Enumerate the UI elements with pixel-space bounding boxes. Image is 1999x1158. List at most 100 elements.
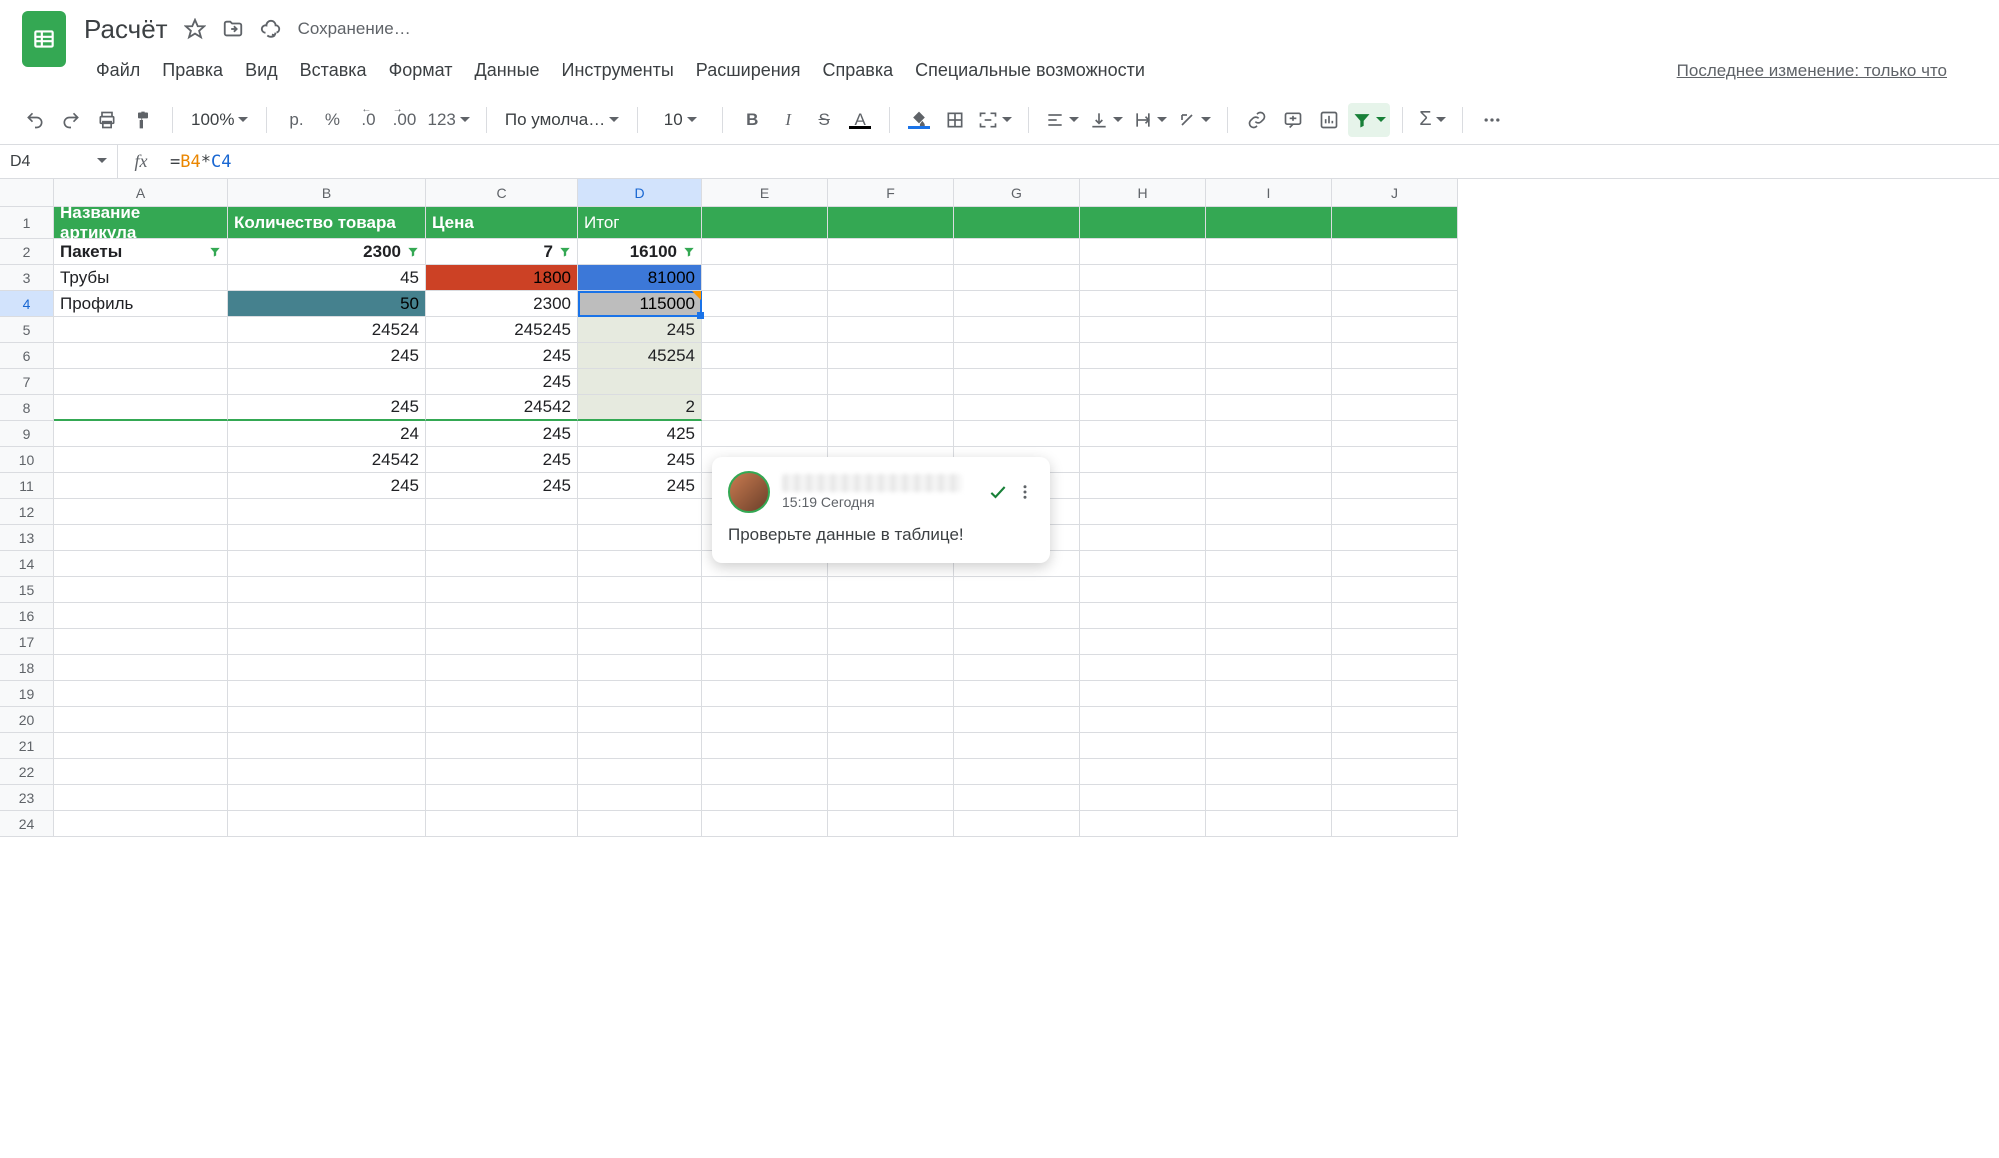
cell-H3[interactable] [1080,265,1206,291]
cell-E5[interactable] [702,317,828,343]
cell-A20[interactable] [54,707,228,733]
cell-J13[interactable] [1332,525,1458,551]
cell-B23[interactable] [228,785,426,811]
cell-A18[interactable] [54,655,228,681]
cell-A13[interactable] [54,525,228,551]
cell-E21[interactable] [702,733,828,759]
format-currency-button[interactable]: р. [279,103,313,137]
cell-A8[interactable] [54,395,228,421]
cell-J23[interactable] [1332,785,1458,811]
cell-B6[interactable]: 245 [228,343,426,369]
cell-I4[interactable] [1206,291,1332,317]
cell-B11[interactable]: 245 [228,473,426,499]
cell-B20[interactable] [228,707,426,733]
formula-bar[interactable]: = B4 * C4 [164,145,1999,178]
cell-F6[interactable] [828,343,954,369]
col-header-B[interactable]: B [228,179,426,207]
filter-button[interactable] [1348,103,1390,137]
cell-J4[interactable] [1332,291,1458,317]
cell-A1[interactable]: Название артикула [54,207,228,239]
cell-F19[interactable] [828,681,954,707]
row-header-12[interactable]: 12 [0,499,54,525]
cell-G24[interactable] [954,811,1080,837]
filter-icon[interactable] [557,244,573,260]
menu-view[interactable]: Вид [235,54,288,87]
cell-A2[interactable]: Пакеты [54,239,228,265]
cell-G17[interactable] [954,629,1080,655]
cell-D14[interactable] [578,551,702,577]
cell-H19[interactable] [1080,681,1206,707]
cell-C8[interactable]: 24542 [426,395,578,421]
text-rotate-button[interactable] [1173,103,1215,137]
row-header-10[interactable]: 10 [0,447,54,473]
cell-I10[interactable] [1206,447,1332,473]
cell-J20[interactable] [1332,707,1458,733]
menu-data[interactable]: Данные [465,54,550,87]
cell-I16[interactable] [1206,603,1332,629]
cell-G3[interactable] [954,265,1080,291]
cell-G23[interactable] [954,785,1080,811]
cell-D7[interactable] [578,369,702,395]
cell-F17[interactable] [828,629,954,655]
cell-F23[interactable] [828,785,954,811]
col-header-D[interactable]: D [578,179,702,207]
cell-H16[interactable] [1080,603,1206,629]
cell-B19[interactable] [228,681,426,707]
cell-D15[interactable] [578,577,702,603]
cell-B5[interactable]: 24524 [228,317,426,343]
menu-help[interactable]: Справка [812,54,903,87]
cell-C19[interactable] [426,681,578,707]
undo-button[interactable] [18,103,52,137]
menu-extensions[interactable]: Расширения [686,54,811,87]
cell-D17[interactable] [578,629,702,655]
cell-E3[interactable] [702,265,828,291]
cell-D1[interactable]: Итог [578,207,702,239]
cell-I1[interactable] [1206,207,1332,239]
cell-E23[interactable] [702,785,828,811]
cell-J14[interactable] [1332,551,1458,577]
cell-I19[interactable] [1206,681,1332,707]
cell-C7[interactable]: 245 [426,369,578,395]
cell-I5[interactable] [1206,317,1332,343]
row-header-19[interactable]: 19 [0,681,54,707]
menu-edit[interactable]: Правка [152,54,233,87]
cell-J7[interactable] [1332,369,1458,395]
row-header-8[interactable]: 8 [0,395,54,421]
row-header-7[interactable]: 7 [0,369,54,395]
text-color-button[interactable]: A [843,103,877,137]
cell-F18[interactable] [828,655,954,681]
cell-A24[interactable] [54,811,228,837]
comment-menu-button[interactable] [1016,483,1034,501]
cell-J1[interactable] [1332,207,1458,239]
cell-H14[interactable] [1080,551,1206,577]
cell-I21[interactable] [1206,733,1332,759]
col-header-F[interactable]: F [828,179,954,207]
cell-E8[interactable] [702,395,828,421]
text-wrap-button[interactable] [1129,103,1171,137]
cell-B7[interactable] [228,369,426,395]
cell-F15[interactable] [828,577,954,603]
fill-handle[interactable] [697,312,704,319]
cell-C11[interactable]: 245 [426,473,578,499]
cell-D24[interactable] [578,811,702,837]
merge-cells-button[interactable] [974,103,1016,137]
col-header-E[interactable]: E [702,179,828,207]
cell-H5[interactable] [1080,317,1206,343]
cell-B4[interactable]: 50 [228,291,426,317]
cell-E17[interactable] [702,629,828,655]
row-header-1[interactable]: 1 [0,207,54,239]
cell-C13[interactable] [426,525,578,551]
cell-J16[interactable] [1332,603,1458,629]
cell-E20[interactable] [702,707,828,733]
select-all-corner[interactable] [0,179,54,207]
cell-G2[interactable] [954,239,1080,265]
cell-I12[interactable] [1206,499,1332,525]
cell-J24[interactable] [1332,811,1458,837]
cell-J17[interactable] [1332,629,1458,655]
cell-I15[interactable] [1206,577,1332,603]
cell-F22[interactable] [828,759,954,785]
cell-D23[interactable] [578,785,702,811]
cell-C20[interactable] [426,707,578,733]
cell-E6[interactable] [702,343,828,369]
cell-G5[interactable] [954,317,1080,343]
